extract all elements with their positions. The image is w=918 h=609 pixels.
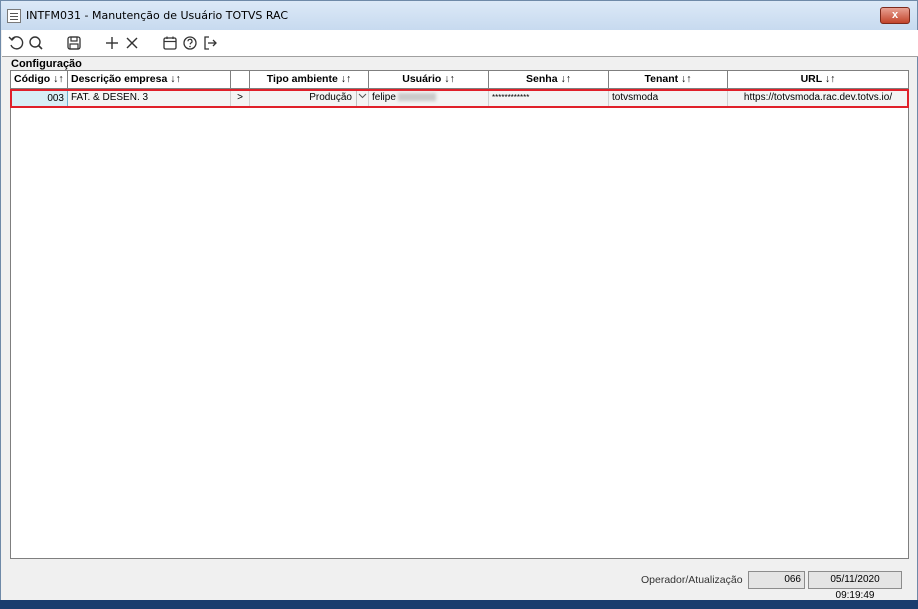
window-title: INTFM031 - Manutenção de Usuário TOTVS R… (26, 9, 289, 22)
table-row[interactable]: 003 FAT. & DESEN. 3 > Produção felipe **… (10, 89, 909, 108)
grid-header: Código ↓↑ Descrição empresa ↓↑ Tipo ambi… (11, 71, 908, 89)
chevron-down-icon[interactable] (356, 90, 368, 107)
column-header-descricao[interactable]: Descrição empresa ↓↑ (68, 71, 231, 89)
cell-senha[interactable]: ************ (489, 90, 609, 107)
usuario-value: felipe (372, 92, 396, 103)
add-icon[interactable] (102, 33, 122, 53)
calendar-icon[interactable] (160, 33, 180, 53)
section-title: Configuração (11, 58, 82, 70)
close-button[interactable]: x (880, 7, 910, 24)
status-bar: Operador/Atualização (641, 569, 743, 591)
cell-codigo[interactable]: 003 (11, 90, 68, 107)
column-header-tipo-ambiente[interactable]: Tipo ambiente ↓↑ (250, 71, 369, 89)
window-bottom-border (0, 600, 918, 609)
update-timestamp-field: 05/11/2020 09:19:49 (808, 571, 902, 601)
undo-icon[interactable] (6, 33, 26, 53)
column-header-senha[interactable]: Senha ↓↑ (489, 71, 609, 89)
help-icon[interactable] (180, 33, 200, 53)
application-window: INTFM031 - Manutenção de Usuário TOTVS R… (0, 0, 918, 609)
column-header-codigo[interactable]: Código ↓↑ (11, 71, 68, 89)
operator-field: 066 (748, 571, 805, 589)
cell-url[interactable]: https://totvsmoda.rac.dev.totvs.io/ (728, 90, 908, 107)
column-header-usuario[interactable]: Usuário ↓↑ (369, 71, 489, 89)
redacted-mask (397, 93, 436, 102)
save-icon[interactable] (64, 33, 84, 53)
status-fields: 066 05/11/2020 09:19:49 (748, 569, 902, 601)
column-header-tenant[interactable]: Tenant ↓↑ (609, 71, 728, 89)
toolbar (2, 30, 918, 57)
operator-update-label: Operador/Atualização (641, 574, 743, 586)
delete-icon[interactable] (122, 33, 142, 53)
cell-tipo-ambiente[interactable]: Produção (250, 90, 369, 107)
exit-icon[interactable] (200, 33, 220, 53)
column-header-expand (231, 71, 250, 89)
cell-usuario[interactable]: felipe (369, 90, 489, 107)
expand-button[interactable]: > (231, 90, 250, 107)
cell-descricao[interactable]: FAT. & DESEN. 3 (68, 90, 231, 107)
users-grid[interactable]: Código ↓↑ Descrição empresa ↓↑ Tipo ambi… (10, 70, 909, 559)
app-icon (7, 8, 21, 23)
tipo-ambiente-value: Produção (309, 92, 352, 103)
title-bar[interactable]: INTFM031 - Manutenção de Usuário TOTVS R… (1, 1, 917, 30)
search-icon[interactable] (26, 33, 46, 53)
column-header-url[interactable]: URL ↓↑ (728, 71, 908, 89)
cell-tenant[interactable]: totvsmoda (609, 90, 728, 107)
